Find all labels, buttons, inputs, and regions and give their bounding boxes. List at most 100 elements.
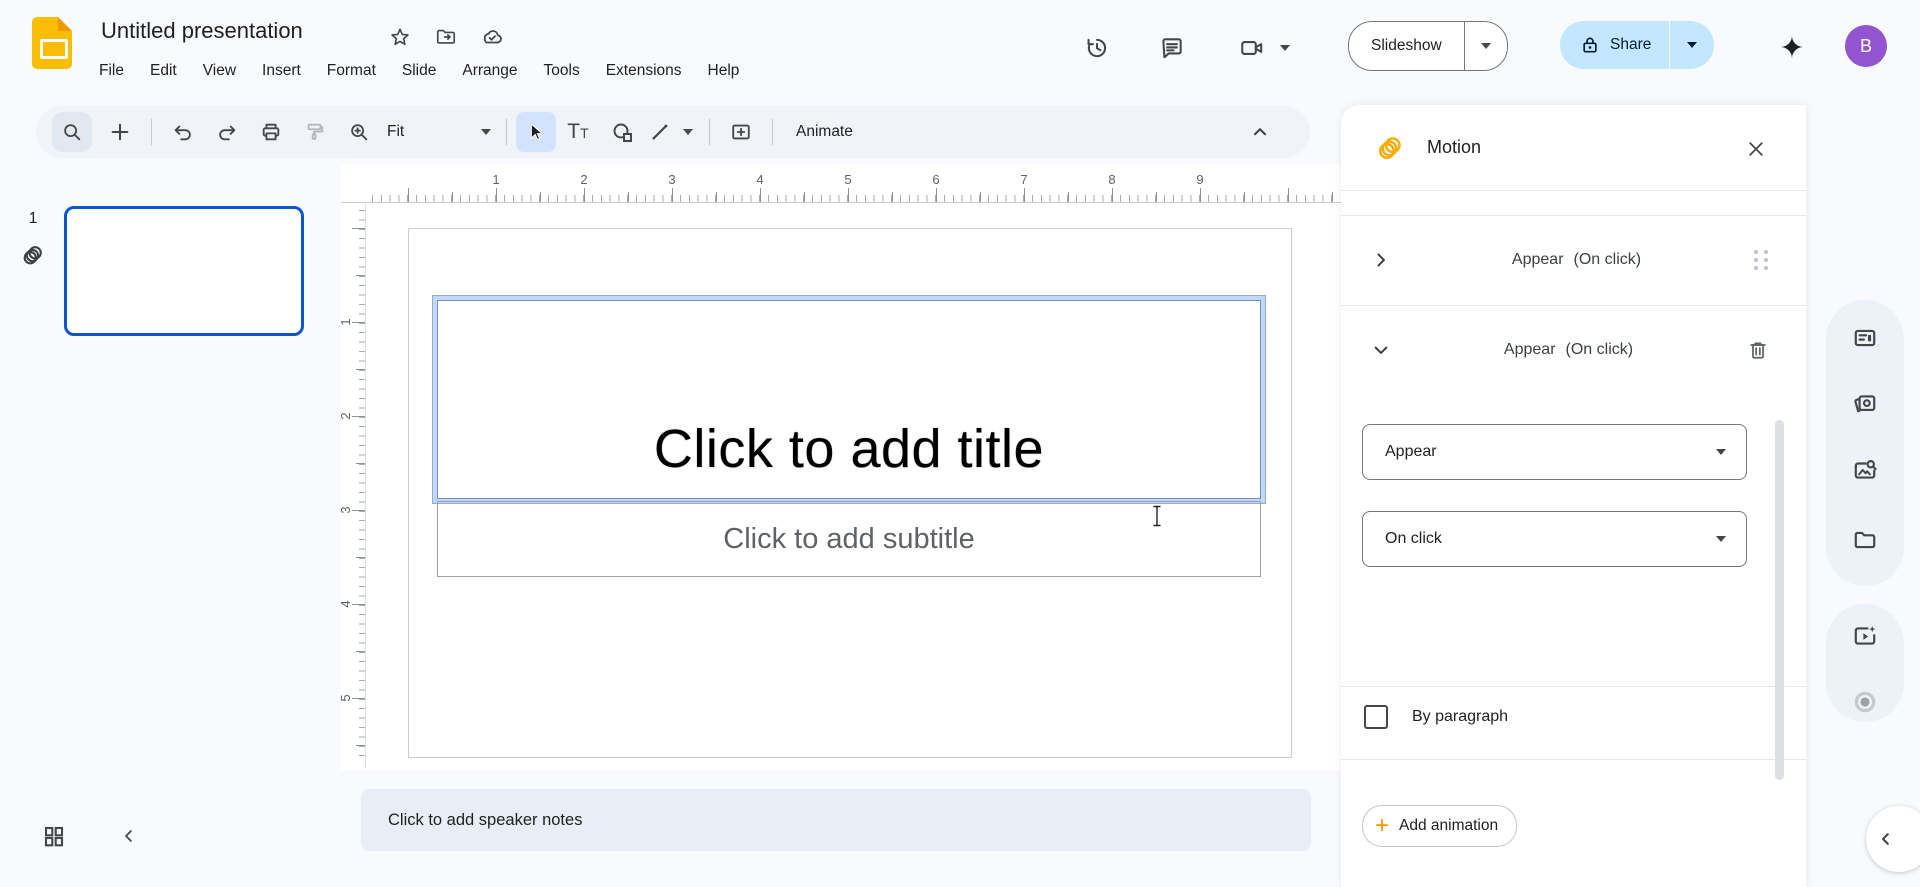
redo-button[interactable] xyxy=(205,112,249,152)
text-box-button[interactable]: TT xyxy=(556,112,600,152)
slide-number: 1 xyxy=(28,210,38,227)
star-icon[interactable] xyxy=(385,22,415,52)
menu-help[interactable]: Help xyxy=(695,56,753,86)
undo-icon xyxy=(174,125,191,141)
video-sparkle-icon xyxy=(1854,626,1876,645)
drag-handle-icon[interactable] xyxy=(1754,250,1768,270)
image-search-icon xyxy=(1854,460,1877,479)
toolbar-separator xyxy=(151,119,152,145)
gemini-sparkle-icon[interactable]: ✦ xyxy=(1770,26,1814,70)
vids-rail-button[interactable] xyxy=(1841,612,1889,660)
logo-fold xyxy=(58,17,72,31)
by-paragraph-row: By paragraph xyxy=(1364,705,1508,729)
print-button[interactable] xyxy=(249,112,293,152)
grid-view-button[interactable] xyxy=(30,812,78,860)
account-avatar[interactable]: B xyxy=(1845,25,1887,67)
undo-button[interactable] xyxy=(161,112,205,152)
caret-down-icon xyxy=(683,129,693,135)
menu-edit[interactable]: Edit xyxy=(137,56,190,86)
cloud-saved-icon[interactable] xyxy=(477,22,507,52)
ruler-number: 2 xyxy=(338,412,354,420)
comments-icon[interactable] xyxy=(1148,24,1196,72)
add-animation-button[interactable]: + Add animation xyxy=(1362,805,1518,847)
shapes-icon xyxy=(613,123,632,142)
zoom-in-button[interactable] xyxy=(337,112,381,152)
collapse-filmstrip-button[interactable] xyxy=(105,812,153,860)
record-rail-button[interactable] xyxy=(1841,678,1889,726)
by-paragraph-label: By paragraph xyxy=(1412,708,1509,725)
caret-down-icon xyxy=(481,129,491,135)
animation-row-expanded[interactable]: Appear (On click) xyxy=(1341,305,1806,395)
panel-scrollbar[interactable] xyxy=(1775,420,1784,780)
slide-thumbnail[interactable] xyxy=(64,206,304,336)
menu-file[interactable]: File xyxy=(86,56,137,86)
subtitle-placeholder-box[interactable]: Click to add subtitle xyxy=(437,501,1261,577)
select-tool-button[interactable] xyxy=(516,112,556,152)
expand-animation-button[interactable] xyxy=(1363,242,1399,278)
shape-tool-button[interactable] xyxy=(600,112,644,152)
collapse-toolbar-button[interactable] xyxy=(1238,112,1282,152)
speaker-notes-input[interactable]: Click to add speaker notes xyxy=(361,789,1311,851)
share-label: Share xyxy=(1610,36,1652,53)
animation-row-collapsed[interactable]: Appear (On click) xyxy=(1341,215,1806,305)
slideshow-caret-button[interactable] xyxy=(1465,22,1507,70)
menu-view[interactable]: View xyxy=(190,56,249,86)
meet-camera-icon[interactable] xyxy=(1228,24,1276,72)
slides-logo-icon[interactable] xyxy=(32,17,72,69)
expand-side-panel-button[interactable] xyxy=(1866,806,1920,872)
insert-placeholder-button[interactable] xyxy=(719,112,763,152)
document-title[interactable]: Untitled presentation xyxy=(95,16,309,46)
templates-rail-button[interactable] xyxy=(1841,314,1889,362)
chevron-right-icon xyxy=(1377,253,1385,267)
slideshow-button[interactable]: Slideshow xyxy=(1349,22,1465,70)
search-menus-button[interactable] xyxy=(52,112,92,152)
paint-format-button[interactable] xyxy=(293,112,337,152)
redo-icon xyxy=(219,125,236,141)
delete-animation-button[interactable] xyxy=(1738,330,1778,370)
version-history-icon[interactable] xyxy=(1073,24,1121,72)
caret-down-icon xyxy=(1480,43,1491,49)
menu-arrange[interactable]: Arrange xyxy=(449,56,530,86)
camera-caret-icon[interactable] xyxy=(1280,45,1290,51)
by-paragraph-checkbox[interactable] xyxy=(1364,705,1388,729)
trigger-select[interactable]: On click xyxy=(1362,511,1747,567)
effect-select[interactable]: Appear xyxy=(1362,424,1747,480)
chevron-left-icon xyxy=(1882,833,1889,845)
close-panel-button[interactable] xyxy=(1734,127,1778,171)
folder-rail-button[interactable] xyxy=(1841,516,1889,564)
panel-divider xyxy=(1341,686,1806,687)
animate-button[interactable]: Animate xyxy=(782,123,867,141)
menu-slide[interactable]: Slide xyxy=(389,56,449,86)
menu-extensions[interactable]: Extensions xyxy=(593,56,695,86)
animation-trigger: (On click) xyxy=(1565,341,1634,358)
slide-page[interactable]: Click to add title Click to add subtitle xyxy=(408,228,1292,821)
title-placeholder-box[interactable]: Click to add title xyxy=(437,300,1261,499)
photos-rail-button[interactable] xyxy=(1841,380,1889,428)
subtitle-placeholder-text: Click to add subtitle xyxy=(723,522,975,555)
toolbar-separator xyxy=(506,119,507,145)
line-tool-button[interactable] xyxy=(644,112,676,152)
move-folder-icon[interactable] xyxy=(431,22,461,52)
share-button[interactable]: Share xyxy=(1560,21,1671,69)
new-slide-button[interactable] xyxy=(98,112,142,152)
menu-insert[interactable]: Insert xyxy=(249,56,314,86)
zoom-fit-dropdown[interactable]: Fit xyxy=(381,123,497,141)
menubar: File Edit View Insert Format Slide Arran… xyxy=(86,56,752,86)
line-icon xyxy=(652,124,668,140)
grid-view-icon xyxy=(44,826,64,847)
menu-format[interactable]: Format xyxy=(314,56,389,86)
line-tool-caret[interactable] xyxy=(676,112,700,152)
menu-tools[interactable]: Tools xyxy=(531,56,593,86)
image-search-rail-button[interactable] xyxy=(1841,446,1889,494)
panel-divider xyxy=(1341,190,1806,191)
ruler-number: 3 xyxy=(668,172,676,187)
folder-icon xyxy=(1854,531,1876,549)
print-icon xyxy=(262,123,280,141)
collapse-animation-button[interactable] xyxy=(1363,332,1399,368)
share-caret-button[interactable] xyxy=(1670,21,1714,69)
toolbar-separator xyxy=(772,119,773,145)
title-placeholder-text: Click to add title xyxy=(653,419,1045,479)
vertical-ruler xyxy=(352,210,366,758)
text-icon: TT xyxy=(567,120,589,143)
add-animation-label: Add animation xyxy=(1399,817,1499,834)
